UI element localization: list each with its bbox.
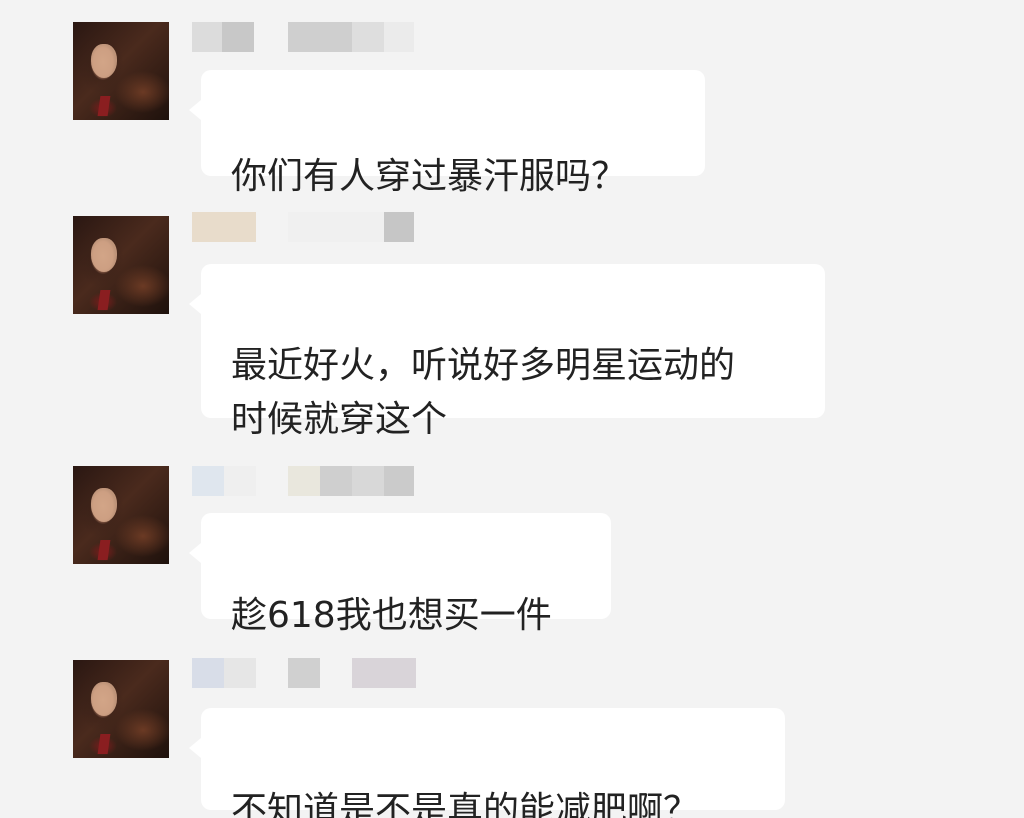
avatar-face <box>91 488 117 522</box>
message-bubble[interactable]: 最近好火，听说好多明星运动的 时候就穿这个 <box>189 264 825 440</box>
message-text: 你们有人穿过暴汗服吗？ <box>231 156 628 197</box>
avatar[interactable] <box>73 216 169 314</box>
sender-name-blurred <box>192 22 422 52</box>
message-text: 不知道是不是真的能减肥啊？ <box>231 790 700 818</box>
avatar-face <box>91 44 117 78</box>
avatar[interactable] <box>73 466 169 564</box>
avatar-face <box>91 682 117 716</box>
avatar[interactable] <box>73 660 169 758</box>
sender-name-blurred <box>192 212 422 242</box>
avatar-tie <box>97 540 111 560</box>
sender-name-blurred <box>192 658 422 688</box>
sender-name-blurred <box>192 466 422 496</box>
message-bubble[interactable]: 趁618我也想买一件 <box>189 513 611 636</box>
avatar-face <box>91 238 117 272</box>
avatar-tie <box>97 734 111 754</box>
message-text: 趁618我也想买一件 <box>231 595 552 636</box>
avatar[interactable] <box>73 22 169 120</box>
avatar-tie <box>97 290 111 310</box>
chat-window: 你们有人穿过暴汗服吗？ 最近好火，听说好多明星运动的 时候就穿这个 趁618我也… <box>0 0 1024 818</box>
message-bubble[interactable]: 不知道是不是真的能减肥啊？ <box>189 708 785 818</box>
avatar-tie <box>97 96 111 116</box>
message-text: 最近好火，听说好多明星运动的 时候就穿这个 <box>231 345 736 440</box>
message-bubble[interactable]: 你们有人穿过暴汗服吗？ <box>189 70 705 197</box>
